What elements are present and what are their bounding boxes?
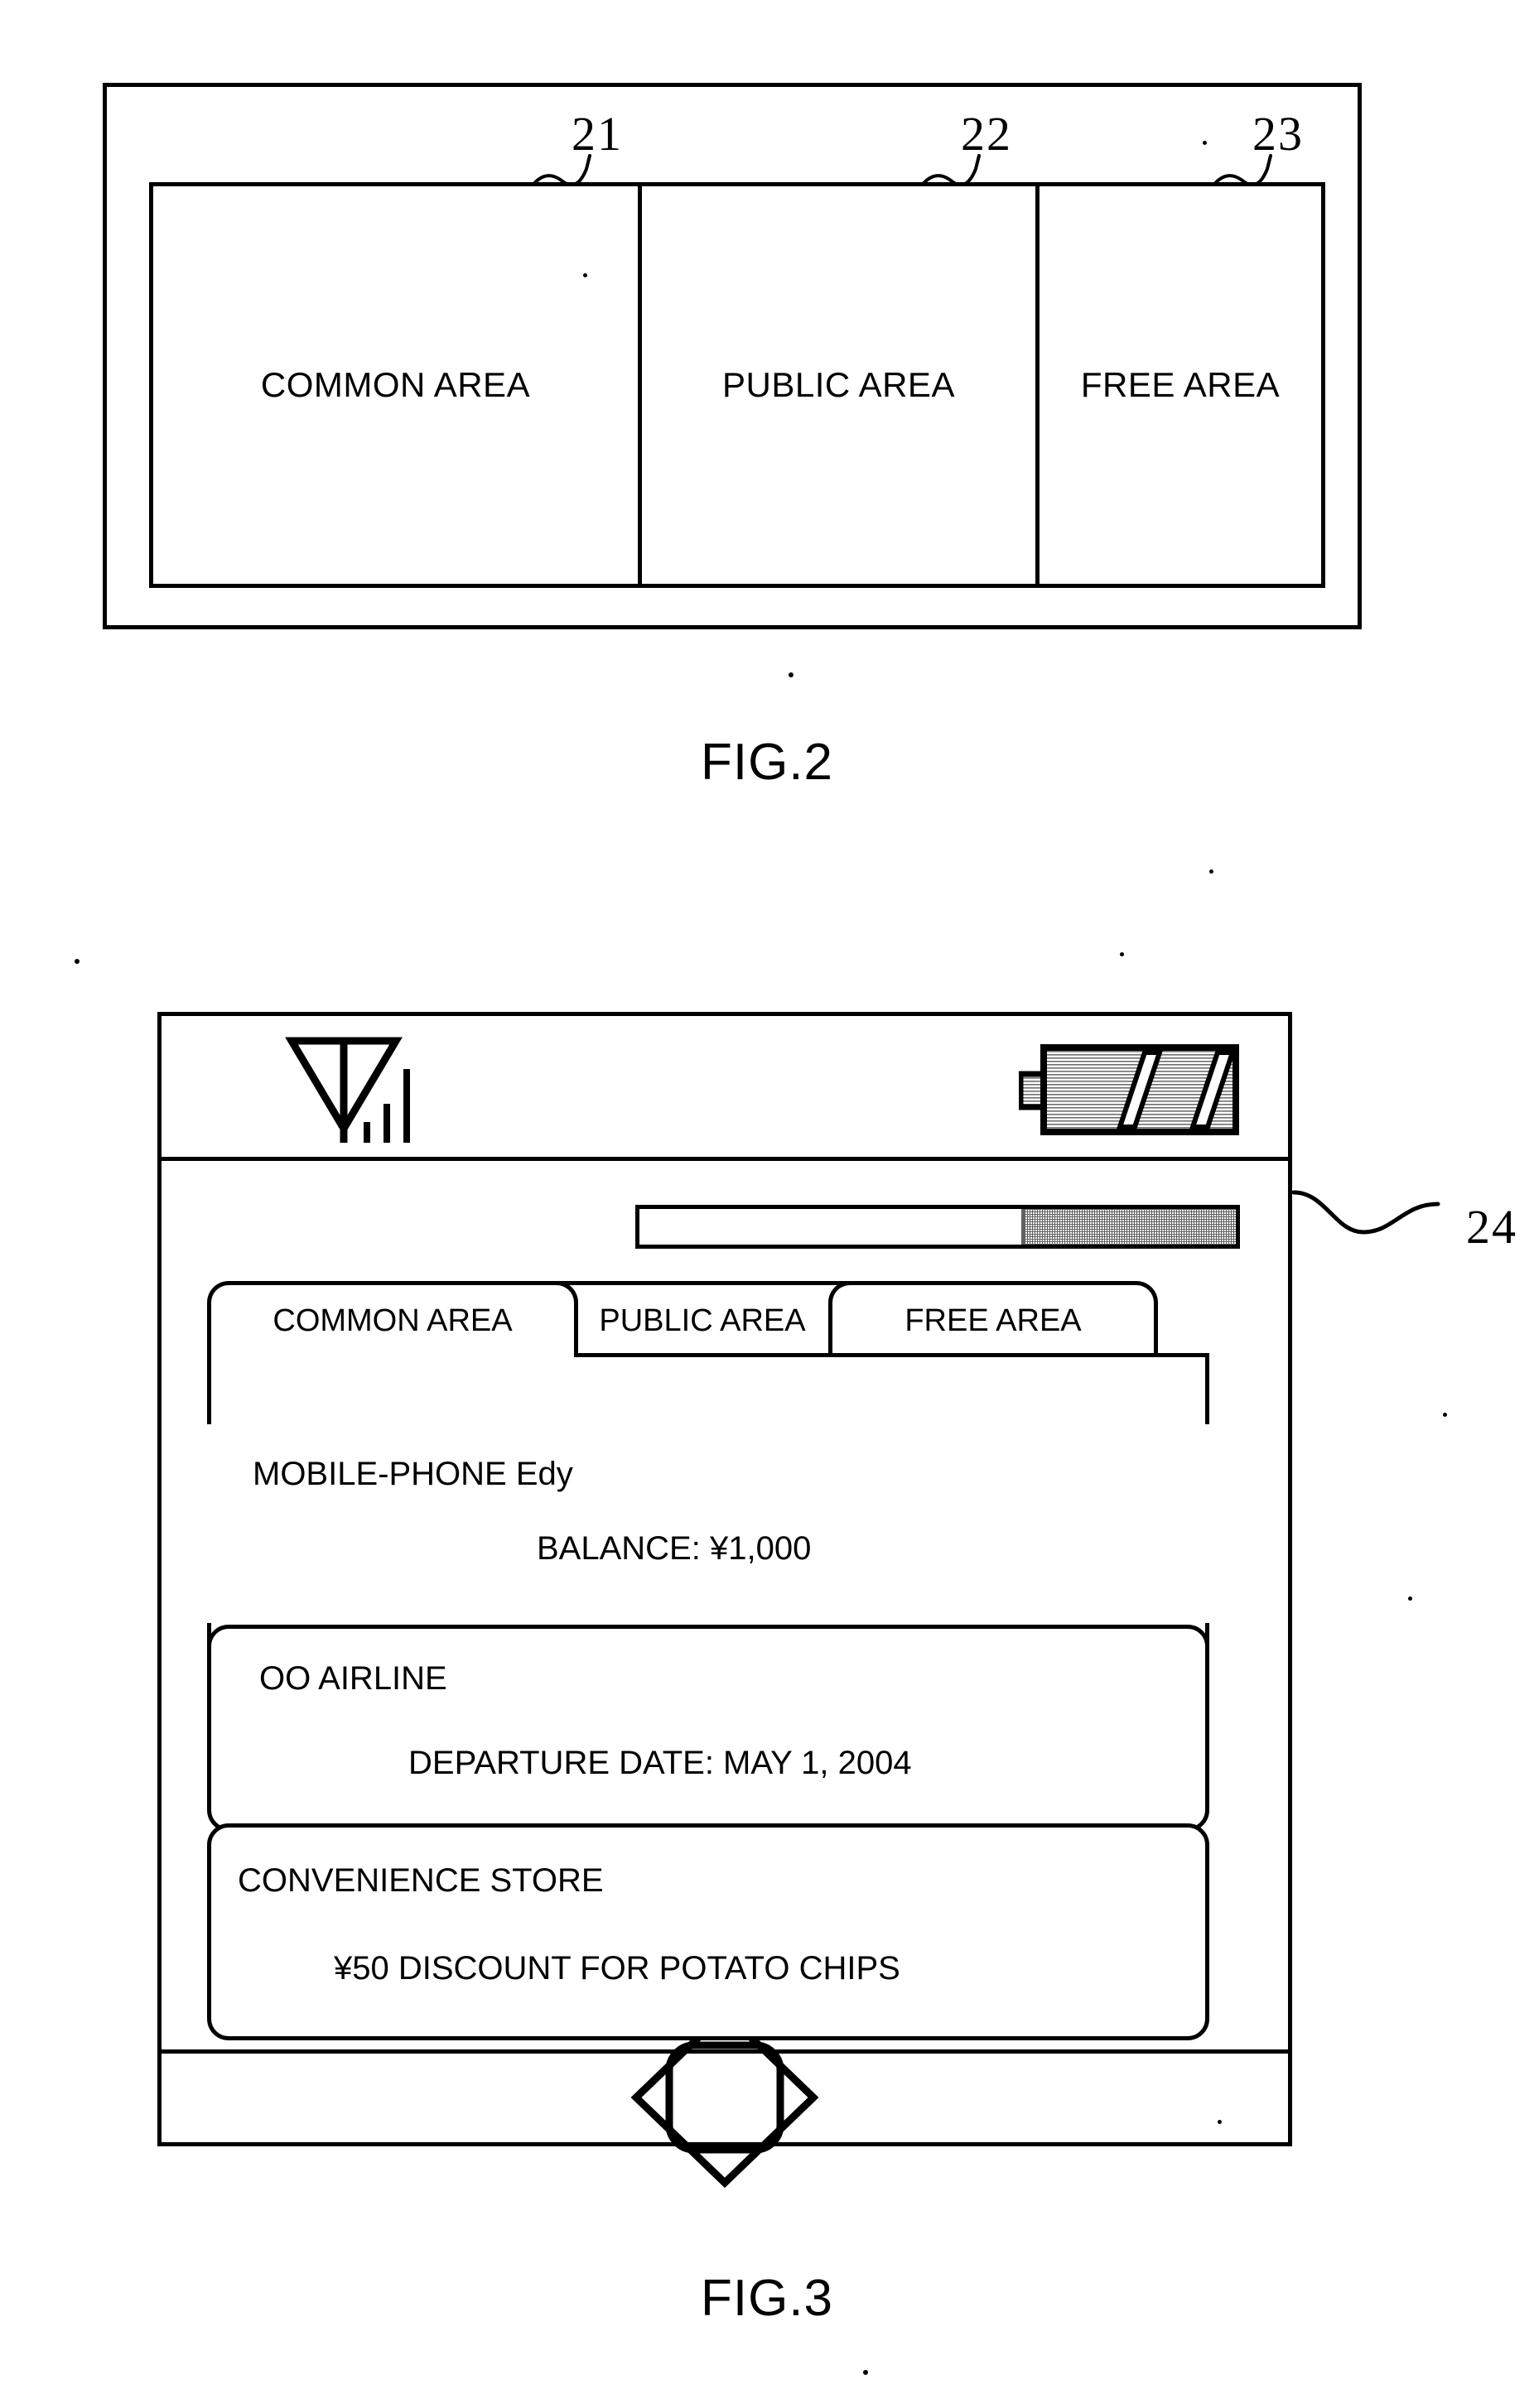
progress-bar-filled-portion bbox=[1020, 1209, 1236, 1245]
fig2-label-common-area: COMMON AREA bbox=[260, 365, 531, 404]
tab-common-area[interactable]: COMMON AREA bbox=[207, 1281, 578, 1357]
list-item-oo-airline[interactable]: OO AIRLINE DEPARTURE DATE: MAY 1, 2004 bbox=[207, 1625, 1209, 1832]
fig3-phone-frame: COMMON AREA PUBLIC AREA FREE AREA MOBILE… bbox=[157, 1012, 1292, 2189]
card-title-convenience-store: CONVENIENCE STORE bbox=[238, 1862, 604, 1899]
tab-public-area[interactable]: PUBLIC AREA bbox=[537, 1281, 868, 1357]
progress-bar[interactable] bbox=[635, 1205, 1240, 1249]
phone-screen: COMMON AREA PUBLIC AREA FREE AREA MOBILE… bbox=[162, 1161, 1288, 2049]
figure-caption-2: FIG.2 bbox=[700, 734, 834, 791]
leader-line-24 bbox=[1292, 1190, 1440, 1235]
card-title-mobile-phone-edy: MOBILE-PHONE Edy bbox=[253, 1456, 573, 1492]
navigation-bar bbox=[162, 2006, 1288, 2189]
reference-numeral-24: 24 bbox=[1466, 1200, 1517, 1254]
card-detail-potato-chips-discount: ¥50 DISCOUNT FOR POTATO CHIPS bbox=[334, 1950, 900, 1987]
scan-speck bbox=[1203, 141, 1207, 145]
tab-strip: COMMON AREA PUBLIC AREA FREE AREA bbox=[207, 1281, 1209, 1357]
list-item-convenience-store[interactable]: CONVENIENCE STORE ¥50 DISCOUNT FOR POTAT… bbox=[207, 1823, 1209, 2040]
antenna-signal-icon bbox=[285, 1037, 410, 1143]
scan-speck bbox=[863, 2370, 868, 2375]
card-detail-departure-date: DEPARTURE DATE: MAY 1, 2004 bbox=[408, 1745, 912, 1781]
patent-drawing-sheet: 21 22 23 COMMON AREA PUBLIC AREA FREE AR… bbox=[0, 0, 1534, 2408]
scan-speck bbox=[789, 672, 794, 677]
scan-speck bbox=[1120, 952, 1124, 956]
fig2-label-free-area: FREE AREA bbox=[1080, 365, 1281, 404]
card-title-oo-airline: OO AIRLINE bbox=[259, 1660, 447, 1697]
fig2-cell-common-area: COMMON AREA bbox=[153, 186, 642, 584]
fig2-label-public-area: PUBLIC AREA bbox=[722, 365, 955, 404]
tab-label-free-area: FREE AREA bbox=[904, 1303, 1082, 1338]
scan-speck bbox=[1218, 2120, 1222, 2124]
active-tab-seam bbox=[211, 1350, 534, 1360]
status-bar bbox=[162, 1016, 1288, 1161]
list-item-mobile-phone-edy[interactable]: MOBILE-PHONE Edy BALANCE: ¥1,000 bbox=[207, 1424, 1209, 1623]
progress-bar-empty-portion bbox=[639, 1209, 1021, 1245]
tab-label-common-area: COMMON AREA bbox=[273, 1303, 513, 1338]
battery-icon bbox=[1019, 1044, 1239, 1135]
fig2-cell-public-area: PUBLIC AREA bbox=[642, 186, 1040, 584]
scan-speck bbox=[1209, 869, 1213, 874]
figure-caption-3: FIG.3 bbox=[700, 2270, 834, 2327]
tab-free-area[interactable]: FREE AREA bbox=[828, 1281, 1158, 1357]
scan-speck bbox=[75, 959, 80, 964]
fig2-area-table: COMMON AREA PUBLIC AREA FREE AREA bbox=[149, 182, 1325, 588]
tab-label-public-area: PUBLIC AREA bbox=[599, 1303, 806, 1338]
scan-speck bbox=[1443, 1413, 1447, 1417]
fig2-cell-free-area: FREE AREA bbox=[1040, 186, 1321, 584]
card-detail-balance: BALANCE: ¥1,000 bbox=[537, 1530, 812, 1567]
scan-speck bbox=[583, 273, 587, 277]
scan-speck bbox=[1408, 1597, 1412, 1601]
